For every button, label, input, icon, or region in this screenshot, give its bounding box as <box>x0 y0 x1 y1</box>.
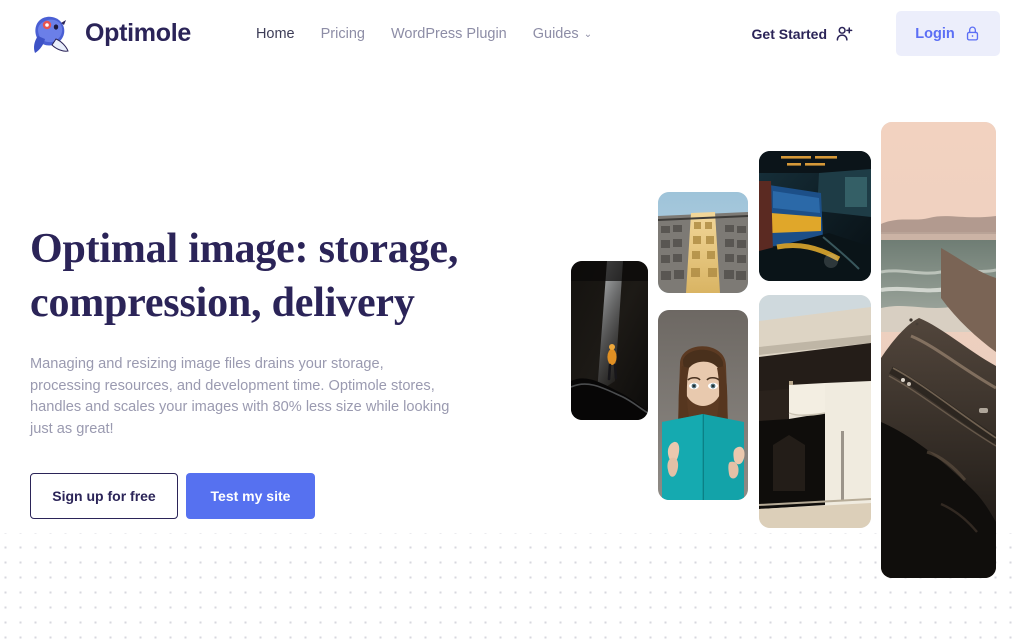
get-started-label: Get Started <box>751 25 827 42</box>
login-label: Login <box>915 25 955 42</box>
brand-name: Optimole <box>85 19 191 47</box>
main-navigation: Home Pricing WordPress Plugin Guides ⌄ <box>243 26 605 42</box>
landing-page: Optimole Home Pricing WordPress Plugin G… <box>0 0 1024 643</box>
nav-item-pricing[interactable]: Pricing <box>308 26 378 42</box>
nav-item-guides-label: Guides <box>532 25 579 42</box>
headline-line-1: Optimal image: storage, <box>30 226 459 272</box>
page-title: Optimal image: storage, compression, del… <box>30 222 500 330</box>
yellow-building-facade-photo <box>658 192 748 293</box>
architecture-concrete-photo <box>759 295 871 528</box>
nav-item-home[interactable]: Home <box>243 26 308 42</box>
nav-item-guides[interactable]: Guides ⌄ <box>520 26 605 42</box>
login-button[interactable]: Login <box>896 11 1000 56</box>
mole-logo-icon <box>30 13 76 55</box>
cave-explorer-photo <box>571 261 648 420</box>
nav-item-wordpress-plugin[interactable]: WordPress Plugin <box>378 26 520 42</box>
user-plus-icon <box>835 24 854 43</box>
hero-text-block: Optimal image: storage, compression, del… <box>30 222 500 519</box>
get-started-link[interactable]: Get Started <box>752 24 854 43</box>
train-station-photo <box>759 151 871 281</box>
test-my-site-button[interactable]: Test my site <box>186 473 315 519</box>
coastal-aerial-photo <box>881 122 996 578</box>
lock-icon <box>964 25 981 42</box>
brand-logo-link[interactable]: Optimole <box>30 13 191 55</box>
chevron-down-icon: ⌄ <box>583 29 593 40</box>
header-actions: Get Started Login <box>752 11 1000 56</box>
hero-description: Managing and resizing image files drains… <box>30 356 450 437</box>
site-header: Optimole Home Pricing WordPress Plugin G… <box>0 0 1024 67</box>
headline-line-2: compression, delivery <box>30 280 415 326</box>
hero-cta-row: Sign up for free Test my site <box>30 473 500 519</box>
sign-up-for-free-button[interactable]: Sign up for free <box>30 473 178 519</box>
woman-reading-book-photo <box>658 310 748 500</box>
